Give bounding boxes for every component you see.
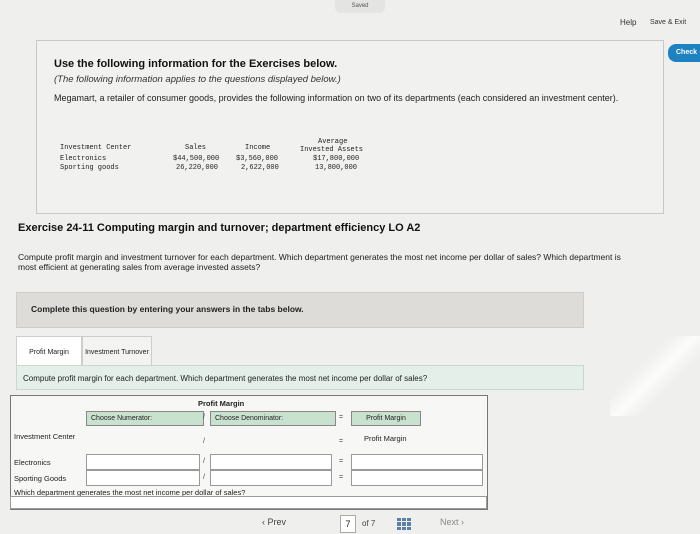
electronics-result-field[interactable] xyxy=(351,454,483,470)
denominator-header: Choose Denominator: xyxy=(210,411,336,426)
table-header-income: Income xyxy=(245,144,271,152)
row-equals: = xyxy=(339,458,344,465)
question-text: Compute profit margin for each departmen… xyxy=(23,374,428,383)
save-exit-button[interactable]: Save & Exit xyxy=(650,19,686,26)
table-row-name: Electronics xyxy=(60,155,107,163)
table-header-sales: Sales xyxy=(185,144,207,152)
electronics-numerator-input[interactable] xyxy=(86,454,200,470)
table-row-sales: $44,500,000 xyxy=(173,155,220,163)
prev-button[interactable]: ‹ Prev xyxy=(262,517,286,527)
table-row-sales: 26,220,000 xyxy=(176,164,219,172)
table-row-assets: 13,800,000 xyxy=(315,164,358,172)
table-row-assets: $17,800,000 xyxy=(313,155,360,163)
row-slash: / xyxy=(203,458,205,465)
result-label: Profit Margin xyxy=(364,434,407,443)
grid-title: Profit Margin xyxy=(198,399,245,408)
screen-glare xyxy=(610,336,700,416)
instructions-text: Complete this question by entering your … xyxy=(31,304,304,314)
sporting-denominator-input[interactable] xyxy=(210,470,332,486)
sporting-numerator-input[interactable] xyxy=(86,470,200,486)
grid-view-icon[interactable] xyxy=(397,518,411,530)
check-button[interactable]: Check xyxy=(668,44,700,62)
page-count: of 7 xyxy=(362,519,376,528)
help-link[interactable]: Help xyxy=(620,18,636,27)
tab-label: Profit Margin xyxy=(29,349,69,356)
row-equals: = xyxy=(339,438,344,445)
exercise-title: Exercise 24-11 Computing margin and turn… xyxy=(18,222,421,234)
next-button[interactable]: Next › xyxy=(440,517,464,527)
table-row-income: $3,560,000 xyxy=(236,155,279,163)
info-subtitle: (The following information applies to th… xyxy=(54,74,341,85)
page-number-input[interactable]: 7 xyxy=(340,515,356,533)
row-slash: / xyxy=(203,474,205,481)
table-header-assets: Invested Assets xyxy=(300,146,364,154)
row-label-investment-center: Investment Center xyxy=(14,432,76,441)
table-header-center: Investment Center xyxy=(60,144,132,152)
row-label-electronics: Electronics xyxy=(14,458,51,467)
saved-indicator: Saved xyxy=(335,0,385,13)
tab-label: Investment Turnover xyxy=(85,349,149,356)
result-header: Profit Margin xyxy=(351,411,421,426)
sporting-result-field[interactable] xyxy=(351,470,483,486)
table-row-income: 2,622,000 xyxy=(241,164,279,172)
header-equals: = xyxy=(339,414,344,421)
department-answer-input[interactable] xyxy=(10,496,487,509)
row-slash: / xyxy=(203,438,205,445)
numerator-label: Choose Numerator: xyxy=(91,415,153,422)
instructions-bar: Complete this question by entering your … xyxy=(16,292,584,328)
result-header-label: Profit Margin xyxy=(366,415,406,422)
numerator-header: Choose Numerator: xyxy=(86,411,204,426)
next-label: Next xyxy=(440,517,459,527)
row-equals: = xyxy=(339,474,344,481)
denominator-label: Choose Denominator: xyxy=(215,415,284,422)
chevron-right-icon: › xyxy=(458,517,465,527)
header-slash: / xyxy=(203,414,205,421)
row-label-sporting-goods: Sporting Goods xyxy=(14,474,67,483)
prev-label: Prev xyxy=(267,517,287,527)
info-title: Use the following information for the Ex… xyxy=(54,58,338,70)
exercise-text: Compute profit margin and investment tur… xyxy=(18,252,621,272)
electronics-denominator-input[interactable] xyxy=(210,454,332,470)
question-bar: Compute profit margin for each departmen… xyxy=(16,365,584,390)
table-row-name: Sporting goods xyxy=(60,164,119,172)
info-intro: Megamart, a retailer of consumer goods, … xyxy=(54,93,619,103)
